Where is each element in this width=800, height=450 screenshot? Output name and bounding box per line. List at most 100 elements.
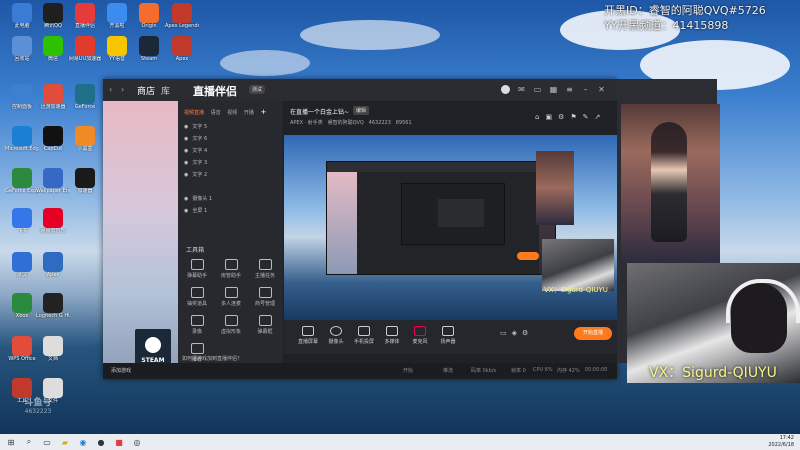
eye-icon[interactable]: ◉: [184, 172, 188, 178]
recycle-bin-shortcut[interactable]: 回收站: [5, 36, 39, 62]
close-icon[interactable]: ✕: [597, 85, 606, 94]
search-icon[interactable]: ⌕: [22, 436, 36, 448]
eye-icon[interactable]: ◉: [184, 148, 188, 154]
speaker-button[interactable]: 扬声器: [430, 326, 466, 345]
wps-shortcut[interactable]: WPS Office: [5, 336, 39, 362]
geforce-shortcut[interactable]: GeForce: [68, 84, 102, 110]
system-clock[interactable]: 17:42 2022/6/18: [768, 435, 794, 449]
message-icon[interactable]: ✉: [517, 85, 526, 94]
live-companion-taskbar-icon[interactable]: ■: [112, 436, 126, 448]
toolbox-title: 工具箱: [186, 247, 205, 254]
live-companion-shortcut[interactable]: 直播伴侣: [68, 3, 102, 29]
store-sidebar: STEAM: [103, 101, 178, 379]
edge-shortcut[interactable]: Microsoft Edge: [5, 126, 39, 152]
source-item[interactable]: ◉ 文字 6: [184, 135, 207, 142]
start-live-button[interactable]: 开始直播: [574, 327, 612, 340]
edge-icon[interactable]: ◉: [76, 436, 90, 448]
app-taskbar-icon[interactable]: ●: [94, 436, 108, 448]
tab-voice[interactable]: 语音: [211, 110, 221, 116]
file-explorer-icon[interactable]: ▰: [58, 436, 72, 448]
add-game-button[interactable]: 添加游戏: [111, 367, 131, 374]
tool-label: 弹幕框: [257, 329, 273, 335]
minimize-icon[interactable]: –: [581, 85, 590, 94]
tool-label: 主播任务: [254, 273, 275, 279]
accelerator-shortcut[interactable]: 迅游加速器: [36, 84, 70, 110]
eye-icon[interactable]: ◉: [184, 160, 188, 166]
tool-label: 房管助手: [220, 273, 241, 279]
apex-shortcut[interactable]: Apex Legends: [165, 3, 199, 29]
avatar[interactable]: [501, 85, 510, 94]
shortcut-label: Logitech G HUB: [36, 313, 70, 319]
eye-icon[interactable]: ◉: [184, 208, 188, 214]
source-item[interactable]: ◉ 文字 3: [184, 159, 207, 166]
steam-taskbar-icon[interactable]: ◎: [130, 436, 144, 448]
eye-icon[interactable]: ◉: [184, 136, 188, 142]
steam-icon: [139, 36, 159, 56]
source-item[interactable]: ◉ 文字 4: [184, 147, 207, 154]
add-source-icon[interactable]: +: [260, 108, 266, 116]
uu-accelerator-shortcut[interactable]: 网易UU加速器: [68, 36, 102, 62]
tool-button[interactable]: 商号管理: [250, 287, 280, 307]
wallpaper-shortcut[interactable]: Wallpaper Engine: [36, 168, 70, 194]
box-shortcut[interactable]: 小黑盒: [68, 126, 102, 152]
tool-label: 弹幕助手: [186, 273, 207, 279]
apex-shortcut[interactable]: Apex: [165, 36, 199, 62]
library-tab[interactable]: 库: [161, 84, 170, 97]
screen-icon[interactable]: ▭: [533, 85, 542, 94]
tool-button[interactable]: 抽奖道具: [182, 287, 212, 307]
document-shortcut[interactable]: 文档: [36, 336, 70, 362]
add-game-tip[interactable]: 如何把游戏加到直播伴侣？: [182, 355, 242, 362]
tool-icon: [190, 287, 204, 298]
tab-video[interactable]: 视频: [227, 110, 237, 116]
grid-icon[interactable]: ▦: [549, 85, 558, 94]
menu-icon[interactable]: ≡: [565, 85, 574, 94]
edit-tag[interactable]: 编辑: [353, 106, 370, 115]
tool-button[interactable]: 弹幕助手: [182, 259, 212, 279]
shortcut-label: 腾讯QQ: [44, 23, 62, 29]
tool-button[interactable]: 房管助手: [216, 259, 246, 279]
tool-button[interactable]: 虚拟形象: [216, 315, 246, 335]
source-item[interactable]: ◉ 文字 5: [184, 123, 207, 130]
computer-shortcut[interactable]: 此电脑: [5, 3, 39, 29]
origin-shortcut[interactable]: Origin: [132, 3, 166, 29]
tool-button[interactable]: 多人连麦: [216, 287, 246, 307]
eye-icon[interactable]: ◉: [184, 124, 188, 130]
source-item[interactable]: ◉ 摄像头 1: [184, 195, 212, 202]
nested-preview-window-2: [401, 183, 505, 245]
back-arrow-icon[interactable]: ‹: [109, 85, 112, 94]
yy-shortcut[interactable]: YY语音: [100, 36, 134, 62]
store-tab[interactable]: 商店: [137, 84, 155, 97]
source-item[interactable]: ◉ 全屏 1: [184, 207, 207, 214]
boost-shortcut[interactable]: 加速器: [68, 168, 102, 194]
apex-shortcut[interactable]: Apex: [36, 252, 70, 278]
windows-start-icon[interactable]: ⊞: [4, 436, 18, 448]
game-chat-shortcut[interactable]: 开黑啦: [100, 3, 134, 29]
wechat-shortcut[interactable]: 微信: [36, 36, 70, 62]
live-companion-icon: [75, 3, 95, 23]
forward-arrow-icon[interactable]: ›: [121, 85, 124, 94]
tool-button[interactable]: 录像: [182, 315, 212, 335]
xbox-shortcut[interactable]: Xbox: [5, 293, 39, 319]
task-view-icon[interactable]: ▭: [40, 436, 54, 448]
logitech-shortcut[interactable]: Logitech G HUB: [36, 293, 70, 319]
nvidia-shortcut[interactable]: GeForce Experience: [5, 168, 39, 194]
source-item[interactable]: ◉ 文字 2: [184, 171, 207, 178]
capcut-shortcut[interactable]: CapCut: [36, 126, 70, 152]
control-panel-shortcut[interactable]: 控制面板: [5, 84, 39, 110]
tab-video-live[interactable]: 视频直播: [184, 110, 204, 116]
tab-start[interactable]: 开播: [244, 110, 254, 116]
eye-icon[interactable]: ◉: [184, 196, 188, 202]
window-titlebar[interactable]: ‹ › 商店 库 直播伴侣 测试 ✉ ▭ ▦ ≡ – ✕: [103, 79, 617, 101]
extra-control-icons[interactable]: ▭◈⚙: [500, 329, 533, 337]
tool-button[interactable]: 弹幕框: [250, 315, 280, 335]
live-title[interactable]: 在直播一个白金上钻~: [290, 107, 349, 116]
tool-button[interactable]: 主播任务: [250, 259, 280, 279]
cloud-music-shortcut[interactable]: 网易云音乐: [36, 208, 70, 234]
recorder-shortcut[interactable]: 录屏: [5, 252, 39, 278]
qq-shortcut[interactable]: 腾讯QQ: [36, 3, 70, 29]
feishu-shortcut[interactable]: 飞书: [5, 208, 39, 234]
header-tool-icons[interactable]: ⌂▣⚙⚑✎↗: [535, 113, 606, 121]
wallpaper-icon: [43, 168, 63, 188]
steam-shortcut[interactable]: Steam: [132, 36, 166, 62]
tool-icon: [224, 287, 238, 298]
